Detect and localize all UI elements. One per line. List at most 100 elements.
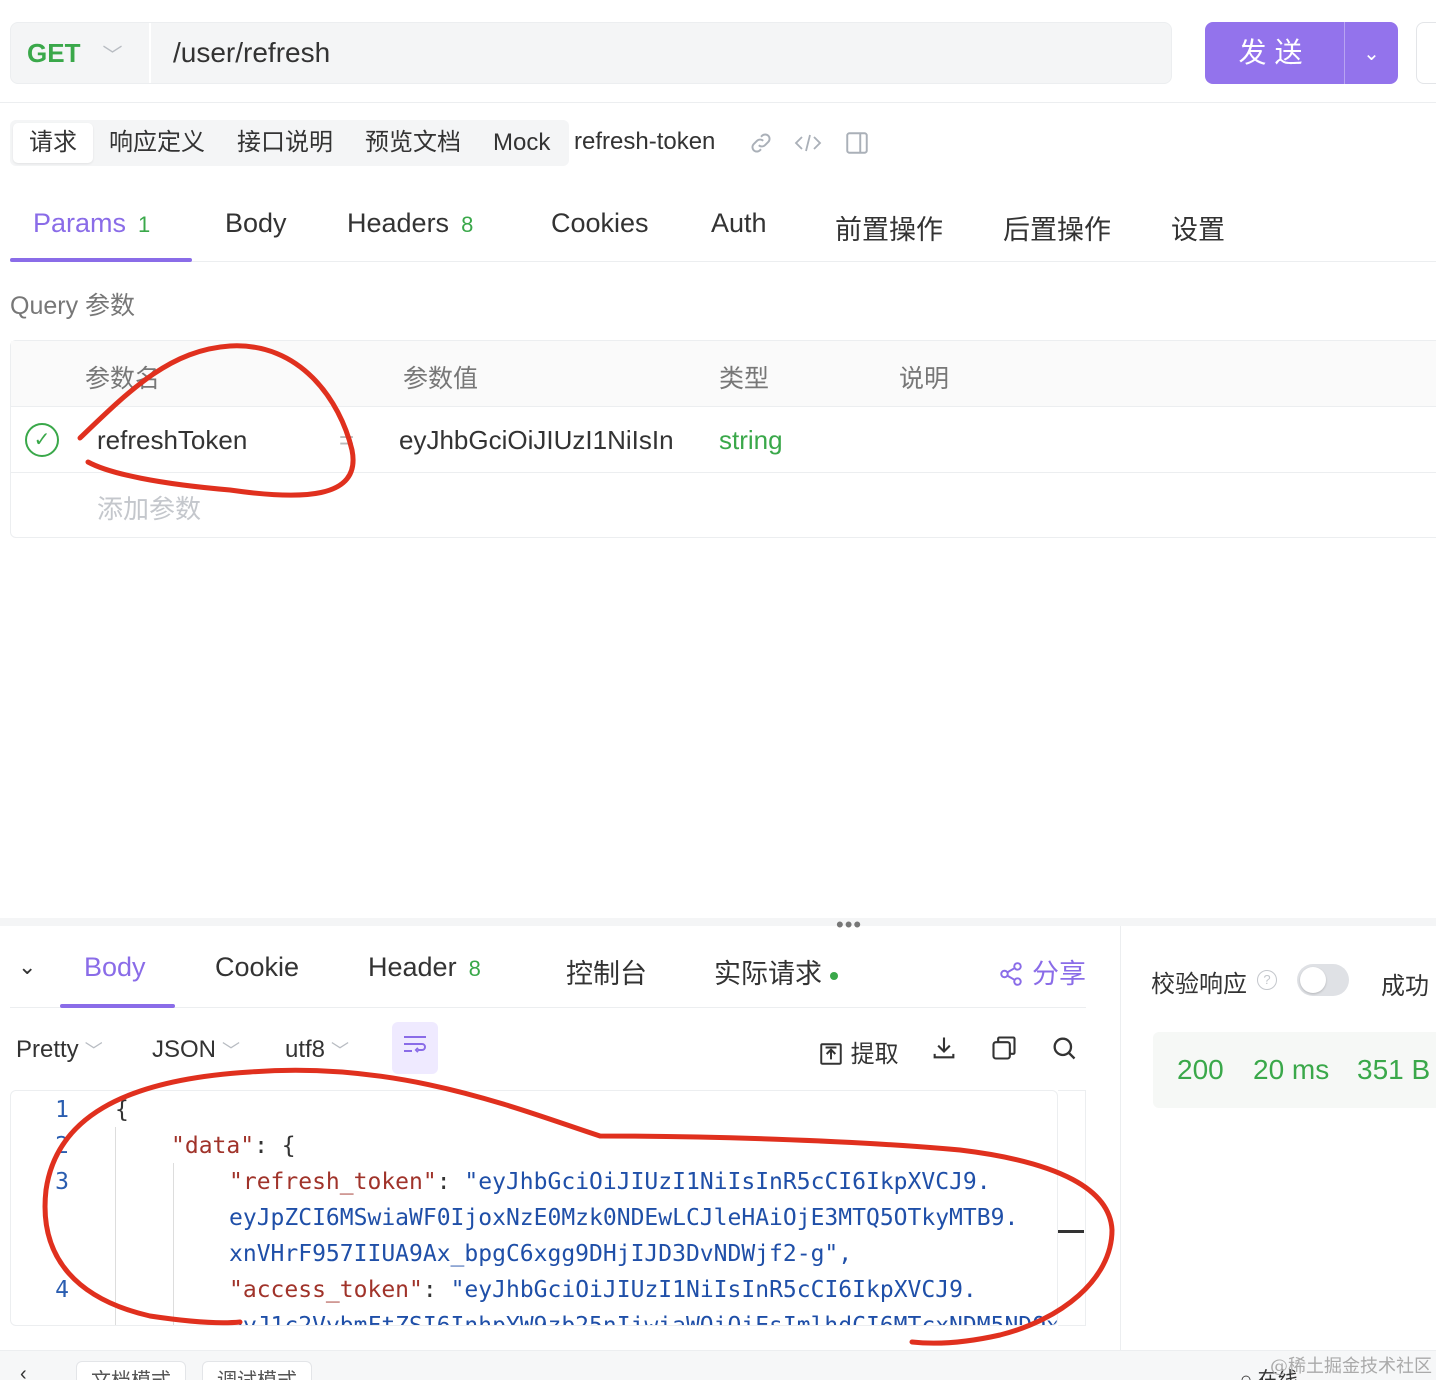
json-punct: : {	[254, 1133, 296, 1159]
table-header: 参数名 参数值 类型 说明	[11, 341, 1436, 407]
doc-tab-response-def[interactable]: 响应定义	[93, 123, 221, 163]
tab-headers[interactable]: Headers 8	[347, 208, 473, 239]
url-input[interactable]: /user/refresh	[151, 37, 330, 69]
response-body-code[interactable]: 1 { 2 "data": { 3 "refresh_token": "eyJh…	[10, 1090, 1058, 1326]
line-number: 1	[55, 1097, 69, 1123]
response-meta-panel: 校验响应 ? 成功 200 20 ms 351 B	[1120, 926, 1436, 1350]
add-param-input[interactable]: 添加参数	[97, 489, 201, 526]
menu-icon[interactable]: ‹	[20, 1363, 27, 1380]
method-label: GET	[27, 37, 81, 68]
indent-guide	[173, 1163, 174, 1325]
status-dot	[830, 971, 838, 980]
tab-pre-ops[interactable]: 前置操作	[835, 208, 943, 247]
json-string: "eyJhbGciOiJIUzI1NiIsInR5cCI6IkpXVCJ9.	[464, 1169, 991, 1195]
table-row: ✓ refreshToken = eyJhbGciOiJIUzI1NiIsIn …	[11, 407, 1436, 473]
active-tab-indicator	[60, 1004, 175, 1008]
chevron-down-icon: ﹀	[102, 44, 123, 67]
download-icon[interactable]	[930, 1034, 958, 1069]
response-time: 20 ms	[1253, 1054, 1330, 1085]
param-tabs: Params 1 Body Headers 8 Cookies Auth 前置操作 …	[10, 190, 1436, 262]
doc-tab-request[interactable]: 请求	[13, 123, 93, 163]
success-label[interactable]: 成功	[1381, 966, 1429, 1001]
indent-guide	[115, 1127, 116, 1325]
doc-tabs: 请求 响应定义 接口说明 预览文档 Mock	[10, 120, 570, 166]
wrap-lines-icon[interactable]	[392, 1022, 438, 1074]
url-bar: GET ﹀ /user/refresh	[10, 22, 1172, 84]
drag-handle-icon[interactable]: •••	[836, 912, 862, 938]
lang-select[interactable]: JSON ﹀	[152, 1036, 240, 1064]
collapse-chevron-icon[interactable]: ⌄	[18, 954, 36, 980]
sidebar-toggle-icon[interactable]	[844, 130, 870, 162]
rtab-actual-request[interactable]: 实际请求	[714, 952, 838, 991]
line-number: 3	[55, 1169, 69, 1195]
bottom-bar: ‹ 文档模式 调试模式 ○ 在线	[0, 1350, 1436, 1380]
tab-auth[interactable]: Auth	[711, 208, 767, 239]
pretty-select[interactable]: Pretty ﹀	[16, 1036, 103, 1064]
link-icon[interactable]	[748, 130, 774, 162]
response-tabs: ⌄ Body Cookie Header 8 控制台 实际请求 分享	[10, 936, 1086, 1008]
status-summary: 200 20 ms 351 B	[1153, 1032, 1436, 1108]
json-string: "eyJhbGciOiJIUzI1NiIsInR5cCI6IkpXVCJ9.	[450, 1277, 977, 1303]
panel-splitter[interactable]	[0, 918, 1436, 926]
code-icon[interactable]	[794, 130, 822, 162]
extract-icon	[820, 1043, 842, 1065]
copy-icon[interactable]	[990, 1034, 1018, 1069]
code-line: eyJpZCI6MSwiaWF0IjoxNzE0Mzk0NDEwLCJleHAi…	[229, 1205, 1019, 1231]
extract-button[interactable]: 提取	[818, 1034, 899, 1069]
code-scrollbar[interactable]	[1058, 1090, 1086, 1326]
send-dropdown-chevron-icon[interactable]: ⌄	[1345, 41, 1398, 66]
share-icon	[1000, 962, 1023, 986]
tab-body[interactable]: Body	[225, 208, 287, 239]
code-line: "refresh_token": "eyJhbGciOiJIUzI1NiIsIn…	[229, 1169, 991, 1195]
debug-mode-button[interactable]: 调试模式	[202, 1361, 312, 1380]
col-type: 类型	[719, 365, 770, 393]
doc-tab-api-desc[interactable]: 接口说明	[221, 123, 349, 163]
pretty-label: Pretty	[16, 1036, 79, 1063]
method-select[interactable]: GET ﹀	[11, 23, 151, 83]
doc-tab-mock[interactable]: Mock	[477, 123, 566, 163]
query-section-title: Query 参数	[10, 292, 136, 320]
search-icon[interactable]	[1050, 1034, 1078, 1069]
tab-count: 8	[468, 956, 481, 981]
code-line: xnVHrF957IIUA9Ax_bpgC6xgg9DHjIJD3DvNDWjf…	[229, 1241, 853, 1267]
tab-label: Header	[368, 952, 457, 982]
json-key: "access_token"	[229, 1277, 423, 1303]
json-key: "data"	[171, 1133, 255, 1159]
code-line: "data": {	[171, 1133, 296, 1159]
doc-mode-button[interactable]: 文档模式	[76, 1361, 186, 1380]
chevron-down-icon: ﹀	[331, 1041, 350, 1061]
param-name-cell[interactable]: refreshToken	[97, 425, 247, 456]
top-strip	[0, 0, 1436, 6]
chevron-down-icon: ﹀	[84, 1041, 103, 1061]
divider	[0, 102, 1436, 103]
rtab-header[interactable]: Header 8	[368, 952, 481, 983]
encoding-select[interactable]: utf8 ﹀	[285, 1036, 349, 1064]
enabled-check-icon[interactable]: ✓	[25, 423, 59, 457]
param-type-cell[interactable]: string	[719, 425, 783, 456]
rtab-cookie[interactable]: Cookie	[215, 952, 299, 983]
rtab-console[interactable]: 控制台	[566, 952, 647, 991]
status-code: 200	[1177, 1054, 1224, 1085]
rtab-body[interactable]: Body	[84, 952, 146, 983]
tab-params[interactable]: Params 1	[33, 208, 150, 239]
param-value-cell[interactable]: eyJhbGciOiJIUzI1NiIsIn	[399, 425, 699, 456]
share-button[interactable]: 分享	[998, 952, 1086, 991]
col-value: 参数值	[403, 365, 479, 393]
verify-toggle[interactable]	[1297, 964, 1349, 996]
send-button-group: 发送 ⌄	[1205, 22, 1398, 84]
tab-count: 8	[461, 212, 474, 237]
help-icon[interactable]: ?	[1257, 970, 1277, 990]
tab-count: 1	[138, 212, 151, 237]
line-number: 2	[55, 1133, 69, 1159]
scrollbar-thumb[interactable]	[1058, 1230, 1084, 1233]
toggle-knob	[1300, 967, 1326, 993]
more-button[interactable]	[1416, 22, 1436, 84]
api-name[interactable]: refresh-token	[574, 128, 715, 156]
doc-tab-preview[interactable]: 预览文档	[349, 123, 477, 163]
tab-post-ops[interactable]: 后置操作	[1003, 208, 1111, 247]
tab-label: Headers	[347, 208, 450, 238]
status-icon: ○	[1240, 1369, 1258, 1380]
tab-settings[interactable]: 设置	[1171, 208, 1225, 247]
send-button[interactable]: 发送	[1205, 22, 1345, 84]
tab-cookies[interactable]: Cookies	[551, 208, 649, 239]
